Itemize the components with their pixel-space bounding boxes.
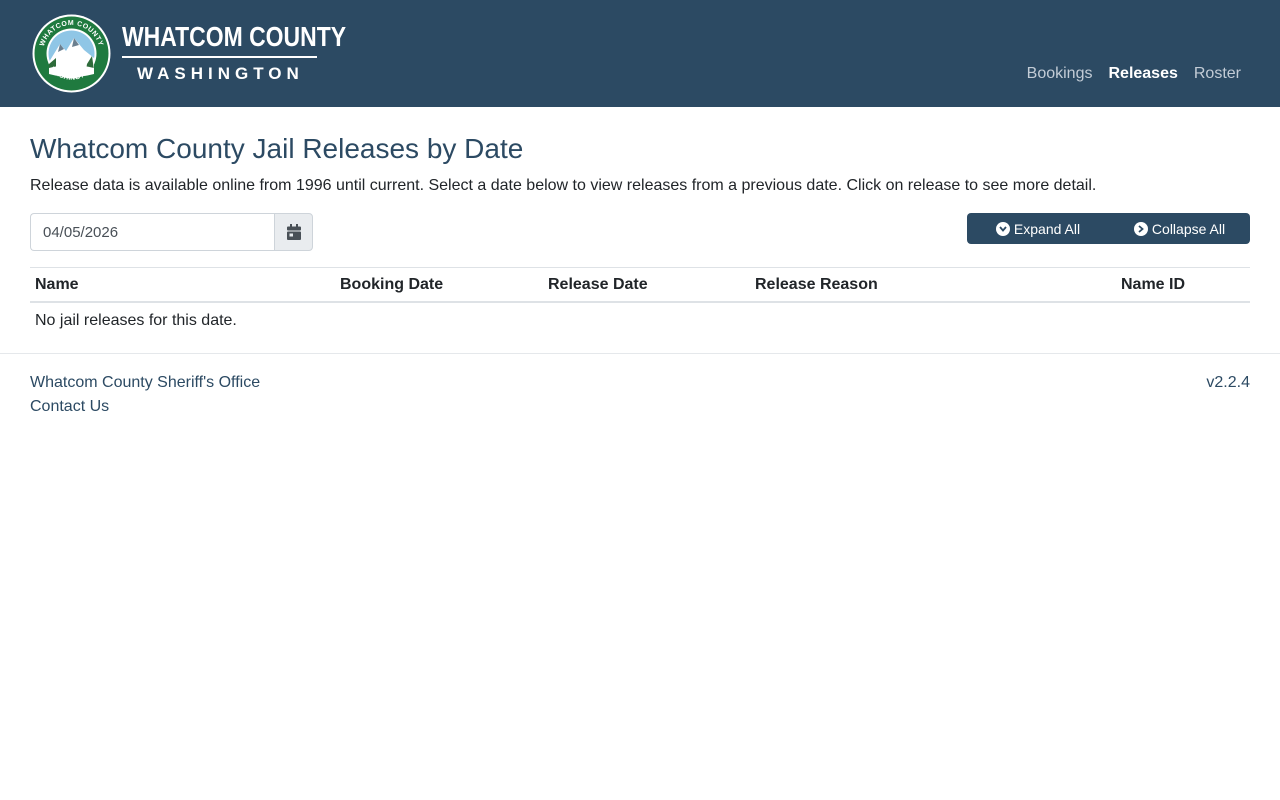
nav-releases[interactable]: Releases [1108,63,1177,85]
nav-roster[interactable]: Roster [1194,63,1241,85]
column-header-name-id[interactable]: Name ID [1121,274,1185,296]
expand-all-label: Expand All [1013,220,1081,237]
logo-divider [122,56,317,58]
sheriffs-office-link[interactable]: Whatcom County Sheriff's Office [30,372,260,394]
logo-state-name: WASHINGTON [137,64,304,83]
column-header-release-reason[interactable]: Release Reason [755,274,878,296]
county-seal-logo[interactable]: WHATCOM COUNTY WASHINGTON [32,14,111,93]
calendar-button[interactable] [274,213,313,251]
contact-us-link[interactable]: Contact Us [30,396,109,418]
date-picker-group [30,213,313,251]
expand-collapse-group: Expand All Collapse All [967,213,1250,244]
collapse-all-label: Collapse All [1151,220,1226,237]
page-description: Release data is available online from 19… [30,177,1097,194]
nav-bookings[interactable]: Bookings [1027,63,1093,85]
table-empty-message: No jail releases for this date. [35,312,237,329]
logo-county-name: WHATCOM COUNTY [122,21,347,52]
releases-table-header: Name Booking Date Release Date Release R… [30,268,1250,303]
column-header-name[interactable]: Name [35,274,79,296]
calendar-icon [286,224,301,240]
collapse-all-button[interactable]: Collapse All [1109,213,1250,244]
footer-divider [0,353,1280,354]
column-header-booking-date[interactable]: Booking Date [340,274,443,296]
date-input[interactable] [30,213,274,251]
chevron-down-circle-icon [995,221,1010,236]
version-label: v2.2.4 [1206,374,1250,391]
main-nav: Bookings Releases Roster [1027,63,1241,85]
top-navbar: WHATCOM COUNTY WASHINGTON WHATCOM COUNTY… [0,0,1280,107]
expand-all-button[interactable]: Expand All [967,213,1109,244]
page-title: Whatcom County Jail Releases by Date [30,133,524,164]
chevron-right-circle-icon [1133,221,1148,236]
column-header-release-date[interactable]: Release Date [548,274,648,296]
